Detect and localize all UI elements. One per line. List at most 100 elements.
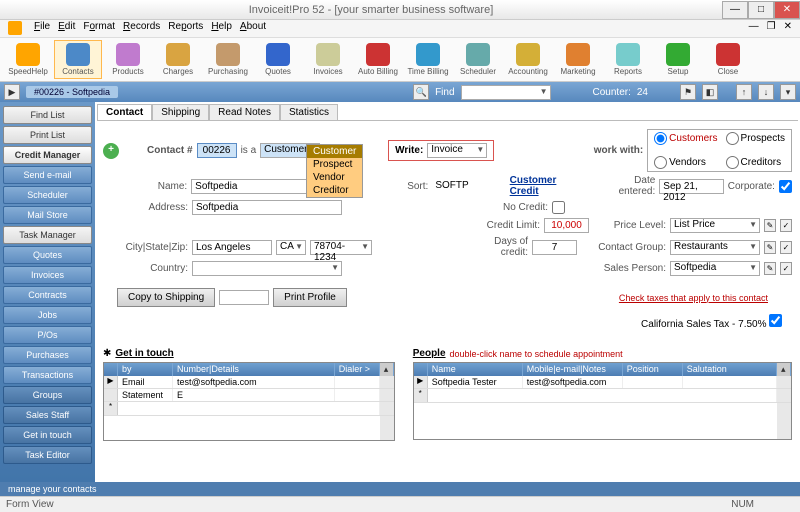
- city-input[interactable]: [192, 240, 272, 255]
- tax-checkbox[interactable]: [769, 314, 782, 327]
- sidebar-groups[interactable]: Groups: [3, 386, 92, 404]
- sidebar-sales-staff[interactable]: Sales Staff: [3, 406, 92, 424]
- date-entered[interactable]: Sep 21, 2012: [659, 179, 723, 194]
- touch-row[interactable]: Statement E: [104, 389, 394, 402]
- touch-row[interactable]: ▶ Email test@softpedia.com: [104, 376, 394, 389]
- sidebar-task-editor[interactable]: Task Editor: [3, 446, 92, 464]
- write-select[interactable]: Invoice: [427, 143, 487, 158]
- toolbar-charges[interactable]: Charges: [154, 40, 202, 79]
- sales-check-icon[interactable]: ✓: [780, 262, 792, 275]
- expand-icon[interactable]: ▶: [4, 84, 20, 100]
- nav-menu-icon[interactable]: ▾: [780, 84, 796, 100]
- sidebar-p-os[interactable]: P/Os: [3, 326, 92, 344]
- sidebar-jobs[interactable]: Jobs: [3, 306, 92, 324]
- menu-help[interactable]: Help: [211, 21, 232, 36]
- zip-select[interactable]: 78704-1234: [310, 240, 372, 255]
- toolbar-reports[interactable]: Reports: [604, 40, 652, 79]
- people-row[interactable]: ▶ Softpedia Tester test@softpedia.com: [414, 376, 791, 389]
- type-option-customer[interactable]: Customer: [307, 145, 362, 158]
- contact-group-select[interactable]: Restaurants: [670, 240, 760, 255]
- toolbar-scheduler[interactable]: Scheduler: [454, 40, 502, 79]
- toolbar-speedhelp[interactable]: SpeedHelp: [4, 40, 52, 79]
- sidebar-invoices[interactable]: Invoices: [3, 266, 92, 284]
- touch-new-row[interactable]: *: [104, 402, 394, 416]
- no-credit-checkbox[interactable]: [552, 201, 565, 214]
- sidebar-transactions[interactable]: Transactions: [3, 366, 92, 384]
- find-select[interactable]: [461, 85, 551, 100]
- type-option-creditor[interactable]: Creditor: [307, 184, 362, 197]
- toolbar-auto-billing[interactable]: Auto Billing: [354, 40, 402, 79]
- type-option-prospect[interactable]: Prospect: [307, 158, 362, 171]
- menu-format[interactable]: Format: [83, 21, 115, 36]
- toolbar-setup[interactable]: Setup: [654, 40, 702, 79]
- group-edit-icon[interactable]: ✎: [764, 241, 776, 254]
- toolbar-invoices[interactable]: Invoices: [304, 40, 352, 79]
- toolbar-marketing[interactable]: Marketing: [554, 40, 602, 79]
- mdi-restore[interactable]: ❐: [767, 21, 776, 36]
- price-check-icon[interactable]: ✓: [780, 219, 792, 232]
- nav-up-icon[interactable]: ↑: [736, 84, 752, 100]
- tool-icon-2[interactable]: ◧: [702, 84, 718, 100]
- menu-about[interactable]: About: [240, 21, 266, 36]
- sidebar-purchases[interactable]: Purchases: [3, 346, 92, 364]
- corporate-checkbox[interactable]: [779, 180, 792, 193]
- sidebar-contracts[interactable]: Contracts: [3, 286, 92, 304]
- workwith-vendors[interactable]: Vendors: [654, 156, 717, 169]
- sidebar-find-list[interactable]: Find List: [3, 106, 92, 124]
- sidebar-print-list[interactable]: Print List: [3, 126, 92, 144]
- binoculars-icon[interactable]: 🔍: [413, 84, 429, 100]
- toolbar-products[interactable]: Products: [104, 40, 152, 79]
- minimize-button[interactable]: —: [722, 1, 748, 19]
- address-input[interactable]: [192, 200, 342, 215]
- mdi-close[interactable]: ✕: [784, 21, 792, 36]
- toolbar-accounting[interactable]: Accounting: [504, 40, 552, 79]
- copy-shipping-button[interactable]: Copy to Shipping: [117, 288, 215, 307]
- sidebar-task-manager[interactable]: Task Manager: [3, 226, 92, 244]
- sales-person-select[interactable]: Softpedia: [670, 261, 760, 276]
- window-title: Invoiceit!Pro 52 - [your smarter busines…: [20, 4, 722, 16]
- sidebar-get-in-touch[interactable]: Get in touch: [3, 426, 92, 444]
- sales-edit-icon[interactable]: ✎: [764, 262, 776, 275]
- add-contact-button[interactable]: +: [103, 143, 119, 159]
- tab-statistics[interactable]: Statistics: [280, 104, 338, 120]
- menu-edit[interactable]: Edit: [58, 21, 75, 36]
- toolbar-time-billing[interactable]: Time Billing: [404, 40, 452, 79]
- contact-type-dropdown[interactable]: Customer Prospect Vendor Creditor: [306, 144, 363, 198]
- group-check-icon[interactable]: ✓: [780, 241, 792, 254]
- record-tab[interactable]: #00226 - Softpedia: [26, 86, 118, 98]
- tool-icon-1[interactable]: ⚑: [680, 84, 696, 100]
- menu-file[interactable]: File: [34, 21, 50, 36]
- menu-reports[interactable]: Reports: [168, 21, 203, 36]
- type-option-vendor[interactable]: Vendor: [307, 171, 362, 184]
- toolbar-quotes[interactable]: Quotes: [254, 40, 302, 79]
- price-level-select[interactable]: List Price: [670, 218, 760, 233]
- toolbar-purchasing[interactable]: Purchasing: [204, 40, 252, 79]
- sidebar-mail-store[interactable]: Mail Store: [3, 206, 92, 224]
- tab-read-notes[interactable]: Read Notes: [209, 104, 280, 120]
- menu-records[interactable]: Records: [123, 21, 160, 36]
- workwith-prospects[interactable]: Prospects: [726, 132, 785, 145]
- mdi-minimize[interactable]: —: [749, 21, 759, 36]
- people-new-row[interactable]: *: [414, 389, 791, 403]
- toolbar-close[interactable]: Close: [704, 40, 752, 79]
- sidebar-scheduler[interactable]: Scheduler: [3, 186, 92, 204]
- toolbar-contacts[interactable]: Contacts: [54, 40, 102, 79]
- maximize-button[interactable]: □: [748, 1, 774, 19]
- contact-number[interactable]: 00226: [197, 143, 237, 158]
- workwith-customers[interactable]: Customers: [654, 132, 717, 145]
- workwith-creditors[interactable]: Creditors: [726, 156, 785, 169]
- nav-down-icon[interactable]: ↓: [758, 84, 774, 100]
- sidebar-send-e-mail[interactable]: Send e-mail: [3, 166, 92, 184]
- print-profile-button[interactable]: Print Profile: [273, 288, 347, 307]
- price-edit-icon[interactable]: ✎: [764, 219, 776, 232]
- close-window-button[interactable]: ✕: [774, 1, 800, 19]
- sidebar-quotes[interactable]: Quotes: [3, 246, 92, 264]
- state-select[interactable]: CA: [276, 240, 306, 255]
- days-credit[interactable]: 7: [532, 240, 577, 255]
- tab-contact[interactable]: Contact: [97, 104, 152, 120]
- tab-shipping[interactable]: Shipping: [152, 104, 209, 120]
- sidebar-credit-manager[interactable]: Credit Manager: [3, 146, 92, 164]
- credit-limit[interactable]: 10,000: [544, 218, 589, 233]
- check-taxes-link[interactable]: Check taxes that apply to this contact: [619, 293, 768, 303]
- country-select[interactable]: [192, 261, 342, 276]
